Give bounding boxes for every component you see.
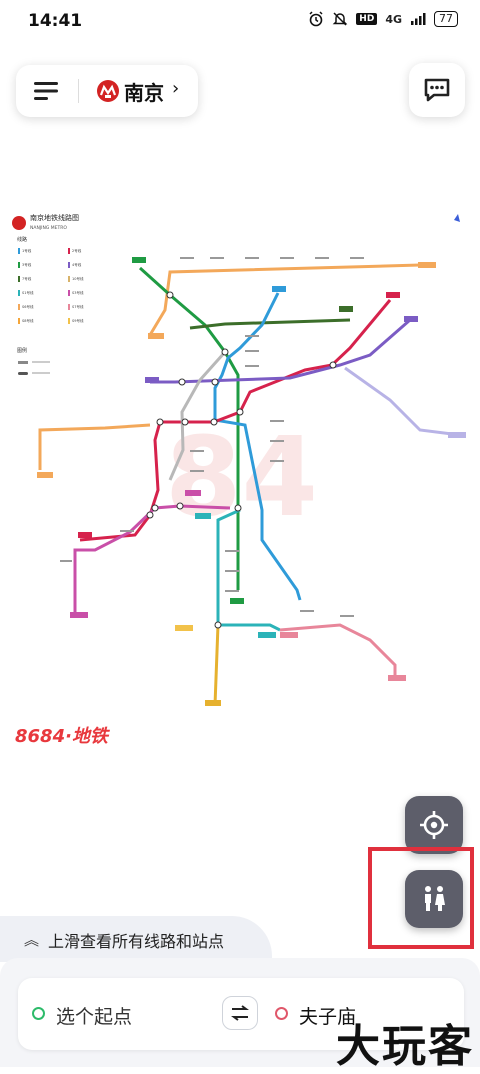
highlight-box: [368, 847, 474, 949]
end-dot-icon: [275, 1007, 288, 1020]
network-indicator: 4G: [385, 12, 402, 26]
city-selector[interactable]: 南京: [124, 77, 164, 106]
double-chevron-up-icon: ︽: [24, 931, 40, 949]
start-dot-icon: [32, 1007, 45, 1020]
alarm-icon: [309, 11, 323, 27]
legend-s7: S7号线: [72, 304, 84, 309]
swap-button[interactable]: [222, 996, 258, 1030]
legend-line3: 3号线: [22, 262, 32, 267]
battery-indicator: 77: [434, 11, 458, 27]
legend-s1: S1号线: [22, 290, 34, 295]
menu-icon[interactable]: [34, 81, 60, 101]
legend-header: 线路: [17, 236, 27, 243]
legend-line4: 4号线: [72, 262, 82, 267]
message-icon: [424, 78, 450, 102]
legend-line10: 10号线: [72, 276, 84, 281]
line-4: [150, 318, 411, 384]
symbol-legend: [18, 361, 50, 375]
mute-bell-icon: [332, 12, 348, 26]
legend-line2: 2号线: [72, 248, 82, 253]
legend-s3: S3号线: [72, 290, 84, 295]
map-subtitle: NANJING METRO: [30, 225, 67, 231]
metro-map-canvas[interactable]: 南京地铁线路图 NANJING METRO 线路 1号线 2号线 3号线 4号线…: [0, 120, 480, 910]
legend-s6: S6号线: [22, 304, 34, 309]
legend-line1: 1号线: [22, 248, 32, 253]
slide-up-label: 上滑查看所有线路和站点: [48, 932, 225, 951]
map-title: 南京地铁线路图: [30, 213, 79, 222]
map-watermark: 84: [165, 413, 318, 541]
line-s8: [38, 423, 151, 470]
signal-icon: [411, 13, 426, 25]
locate-button[interactable]: [405, 796, 463, 854]
map-logo-icon: [12, 216, 26, 230]
metro-map[interactable]: 南京地铁线路图 NANJING METRO 线路 1号线 2号线 3号线 4号线…: [0, 120, 480, 910]
slide-up-tab[interactable]: ︽ 上滑查看所有线路和站点: [0, 916, 272, 962]
nanjing-metro-logo-icon: [97, 80, 119, 102]
swap-icon: [231, 1005, 249, 1021]
status-icons: HD 4G 77: [308, 11, 458, 27]
legend-header-2: 图例: [17, 347, 27, 354]
legend-s8: S8号线: [22, 318, 34, 323]
hd-badge: HD: [356, 13, 378, 25]
header-divider: [78, 79, 79, 103]
compass-icon: [454, 214, 460, 222]
status-bar: 14:41 HD 4G 77: [0, 0, 480, 42]
start-point-input[interactable]: 选个起点: [56, 1002, 132, 1029]
line-s9: [213, 624, 220, 706]
chevron-right-icon[interactable]: ›: [172, 78, 179, 99]
line-7: [189, 318, 351, 330]
legend-s9: S9号线: [72, 318, 84, 323]
watermark: 大玩客: [336, 1021, 474, 1072]
locate-icon: [420, 811, 448, 839]
line-s6: [148, 263, 421, 336]
status-time: 14:41: [28, 11, 83, 31]
message-button[interactable]: [409, 63, 465, 117]
line-legend: 1号线 2号线 3号线 4号线 7号线 10号线 S1号线 S3号线 S6号线 …: [18, 248, 84, 324]
legend-line7: 7号线: [22, 276, 32, 281]
line-lavender: [344, 366, 461, 437]
map-brand: 8684·地铁: [15, 726, 111, 747]
city-header-card: 南京 ›: [16, 65, 198, 117]
